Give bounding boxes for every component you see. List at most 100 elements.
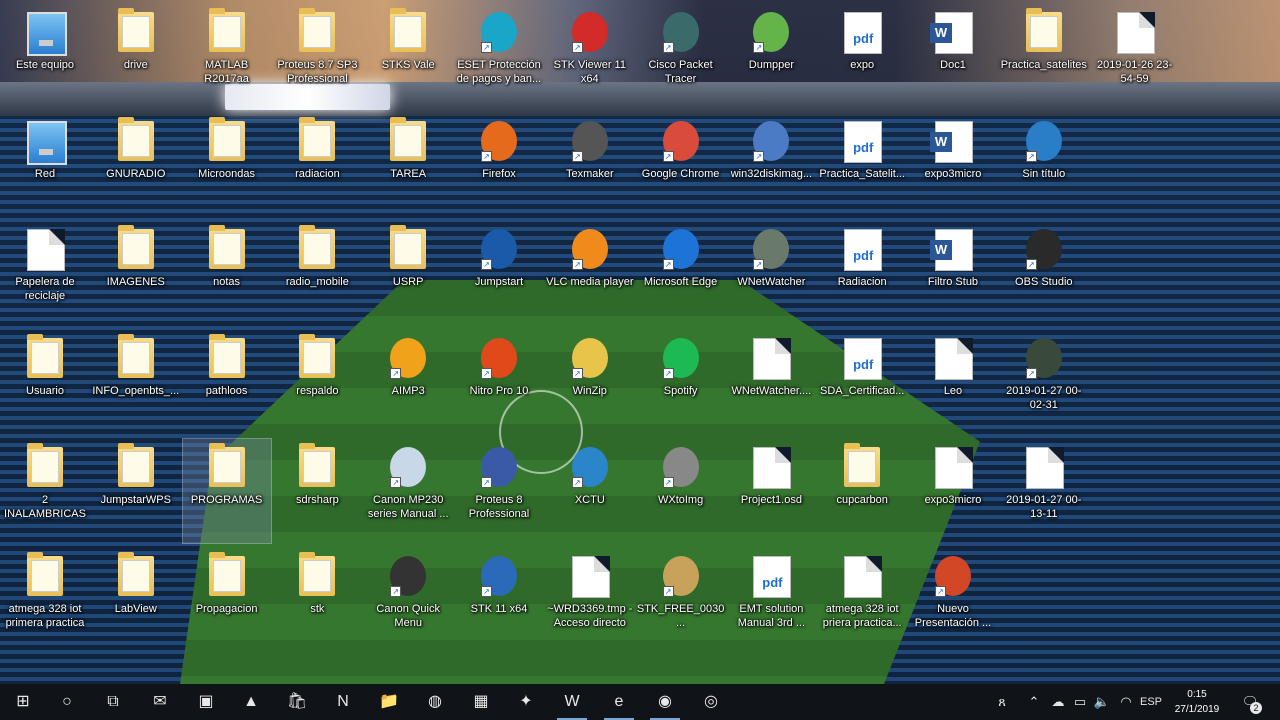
taskbar-edge[interactable]: e xyxy=(596,684,642,720)
show-hidden-icons-chevron-icon[interactable]: ⌃ xyxy=(1024,684,1044,720)
desktop-icon[interactable]: LabView xyxy=(92,548,180,652)
desktop-icon[interactable]: ↗ WinZip xyxy=(546,330,634,434)
desktop-icon[interactable]: W Doc1 xyxy=(909,4,997,108)
system-clock[interactable]: 0:15 27/1/2019 xyxy=(1166,687,1228,717)
taskbar-word[interactable]: W xyxy=(549,684,595,720)
taskbar-file-explorer[interactable]: 📁 xyxy=(366,684,412,720)
desktop-icon[interactable]: pathloos xyxy=(183,330,271,434)
people-icon[interactable]: ጸ xyxy=(990,684,1014,720)
desktop-icon[interactable]: 2019-01-27 00-13-11 xyxy=(1000,439,1088,543)
desktop-icon[interactable]: 2019-01-26 23-54-59 xyxy=(1091,4,1179,108)
desktop-icon[interactable]: GNURADIO xyxy=(92,113,180,217)
desktop-icon[interactable]: ↗ STK Viewer 11 x64 xyxy=(546,4,634,108)
task-view-button[interactable]: ⧉ xyxy=(90,684,136,720)
desktop-icon[interactable]: ↗ Jumpstart xyxy=(455,221,543,325)
desktop-icon[interactable]: INFO_openbts_... xyxy=(92,330,180,434)
notification-count-badge: 2 xyxy=(1250,702,1262,714)
desktop-icon[interactable]: ~WRD3369.tmp - Acceso directo xyxy=(546,548,634,652)
desktop-icon[interactable]: pdf Radiacion xyxy=(818,221,906,325)
desktop-icon[interactable]: W Filtro Stub xyxy=(909,221,997,325)
desktop-icon[interactable]: Usuario xyxy=(1,330,89,434)
desktop-icon[interactable]: USRP xyxy=(364,221,452,325)
onedrive-cloud-icon[interactable]: ☁ xyxy=(1048,684,1068,720)
taskbar-obs[interactable]: ◎ xyxy=(688,684,734,720)
desktop-icon[interactable]: STKS Vale xyxy=(364,4,452,108)
desktop-icon[interactable]: ↗ Spotify xyxy=(637,330,725,434)
desktop-icon[interactable]: ↗ OBS Studio xyxy=(1000,221,1088,325)
desktop-icon[interactable]: drive xyxy=(92,4,180,108)
desktop-icon[interactable]: IMAGENES xyxy=(92,221,180,325)
taskbar-app-globe[interactable]: ◍ xyxy=(412,684,458,720)
desktop-icon[interactable]: ↗ Canon Quick Menu xyxy=(364,548,452,652)
desktop-icon[interactable]: ↗ Proteus 8 Professional xyxy=(455,439,543,543)
desktop-icon[interactable]: ↗ AIMP3 xyxy=(364,330,452,434)
volume-muted-icon[interactable]: 🔈 xyxy=(1092,684,1112,720)
desktop-icon[interactable]: Microondas xyxy=(183,113,271,217)
desktop-icon[interactable]: notas xyxy=(183,221,271,325)
taskbar-app-teal[interactable]: ✦ xyxy=(503,684,549,720)
desktop-icon[interactable]: pdf Practica_Satelit... xyxy=(818,113,906,217)
matlab-icon xyxy=(208,8,245,52)
desktop-icon[interactable]: pdf SDA_Certificad... xyxy=(818,330,906,434)
desktop-icon[interactable]: ↗ Nuevo Presentación ... xyxy=(909,548,997,652)
desktop-icon[interactable]: PROGRAMAS xyxy=(181,437,272,544)
desktop-icon[interactable]: 2 INALAMBRICAS xyxy=(1,439,89,543)
desktop-icon[interactable]: ↗ Texmaker xyxy=(546,113,634,217)
taskbar-matlab[interactable]: ▲ xyxy=(228,684,274,720)
desktop-icon[interactable]: JumpstarWPS xyxy=(92,439,180,543)
desktop-icon[interactable]: ↗ 2019-01-27 00-02-31 xyxy=(1000,330,1088,434)
desktop-icon[interactable]: Practica_satelites xyxy=(1000,4,1088,108)
taskbar-proteus[interactable]: ▣ xyxy=(183,684,229,720)
desktop-icon[interactable]: Project1.osd xyxy=(727,439,815,543)
desktop-icon[interactable]: ↗ XCTU xyxy=(546,439,634,543)
desktop-icon[interactable]: Propagacion xyxy=(183,548,271,652)
desktop-icon[interactable]: Red xyxy=(1,113,89,217)
desktop-icon[interactable]: sdrsharp xyxy=(273,439,361,543)
desktop-icon[interactable]: radio_mobile xyxy=(273,221,361,325)
battery-icon[interactable]: ▭ xyxy=(1070,684,1090,720)
desktop-icon[interactable]: expo3micro xyxy=(909,439,997,543)
start-button[interactable]: ⊞ xyxy=(0,684,46,720)
taskbar-netflix[interactable]: N xyxy=(320,684,366,720)
input-language-indicator[interactable]: ESP xyxy=(1138,684,1164,720)
taskbar-firefox[interactable]: ◉ xyxy=(642,684,688,720)
wifi-icon[interactable]: ◠ xyxy=(1116,684,1136,720)
desktop-icon[interactable]: ↗ win32diskimag... xyxy=(727,113,815,217)
desktop-icon[interactable]: cupcarbon xyxy=(818,439,906,543)
desktop-icon[interactable]: ↗ WXtoImg xyxy=(637,439,725,543)
desktop-icon[interactable]: respaldo xyxy=(273,330,361,434)
desktop-icon[interactable]: ↗ Dumpper xyxy=(727,4,815,108)
desktop-icon[interactable]: ↗ Cisco Packet Tracer xyxy=(637,4,725,108)
desktop-icon[interactable]: Wexpo3micro xyxy=(909,113,997,217)
desktop-icon[interactable]: TAREA xyxy=(364,113,452,217)
desktop-icon[interactable]: ↗ ESET Protección de pagos y ban... xyxy=(455,4,543,108)
desktop-icon[interactable]: ↗ STK_FREE_0030... xyxy=(637,548,725,652)
desktop-icon[interactable]: ↗ Google Chrome xyxy=(637,113,725,217)
start-button-icon: ⊞ xyxy=(16,693,30,710)
desktop-icon[interactable]: ↗ Microsoft Edge xyxy=(637,221,725,325)
desktop-icon[interactable]: pdf expo xyxy=(818,4,906,108)
desktop-icon[interactable]: WNetWatcher.... xyxy=(727,330,815,434)
search-button[interactable]: ○ xyxy=(44,684,90,720)
desktop-icon[interactable]: ↗ VLC media player xyxy=(546,221,634,325)
desktop-icon[interactable]: atmega 328 iot priera practica... xyxy=(818,548,906,652)
desktop-icon[interactable]: pdf EMT solution Manual 3rd ... xyxy=(727,548,815,652)
desktop-icon[interactable]: Este equipo xyxy=(1,4,89,108)
desktop-icon[interactable]: ↗ Firefox xyxy=(455,113,543,217)
desktop-icon[interactable]: Papelera de reciclaje xyxy=(1,221,89,325)
taskbar-app-photos[interactable]: ▦ xyxy=(458,684,504,720)
desktop-icon[interactable]: ↗ Canon MP230 series Manual ... xyxy=(364,439,452,543)
desktop-icon[interactable]: Proteus 8.7 SP3 Professional xyxy=(273,4,361,108)
desktop-icon[interactable]: radiacion xyxy=(273,113,361,217)
desktop-icon[interactable]: ↗ Nitro Pro 10 xyxy=(455,330,543,434)
desktop-icon[interactable]: ↗ STK 11 x64 xyxy=(455,548,543,652)
desktop-icon[interactable]: stk xyxy=(273,548,361,652)
desktop-icon[interactable]: MATLAB R2017aa xyxy=(183,4,271,108)
desktop-icon[interactable]: ↗ WNetWatcher xyxy=(727,221,815,325)
taskbar-store[interactable]: 🛍 xyxy=(274,684,320,720)
desktop-icon[interactable]: ↗ Sin título xyxy=(1000,113,1088,217)
taskbar-mail[interactable]: ✉ xyxy=(137,684,183,720)
desktop-icon[interactable]: atmega 328 iot primera practica xyxy=(1,548,89,652)
desktop-icon-label: Canon MP230 series Manual ... xyxy=(367,493,449,520)
desktop-icon[interactable]: Leo xyxy=(909,330,997,434)
